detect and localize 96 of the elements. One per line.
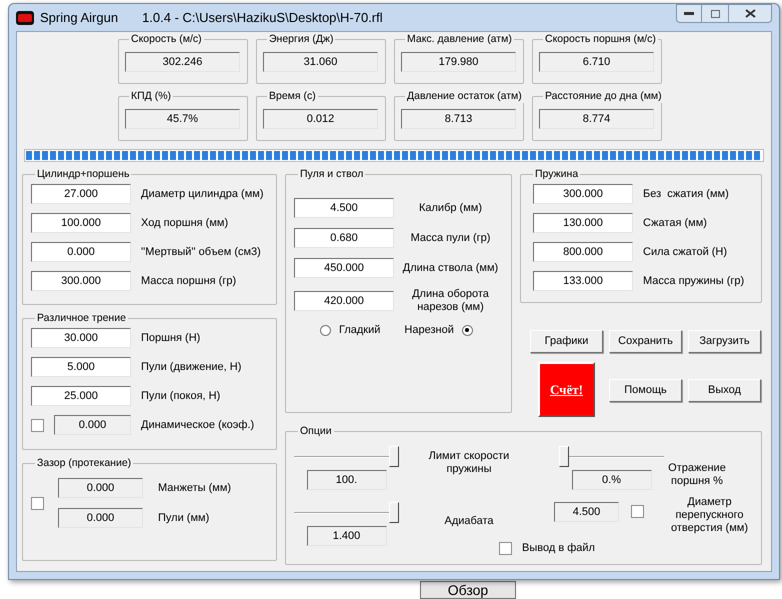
field-label: Диаметр цилиндра (мм): [141, 186, 264, 202]
number-field[interactable]: 8.774: [539, 109, 654, 129]
group-title: Давление остаток (атм): [406, 90, 523, 103]
action-button[interactable]: Графики: [530, 330, 603, 353]
number-field[interactable]: 4.500: [294, 198, 394, 218]
field-label: Сила сжатой (Н): [643, 244, 728, 260]
window-subtitle: 1.0.4 - C:\Users\HazikuS\Desktop\H-70.rfl: [142, 8, 383, 27]
number-field[interactable]: 450.000: [294, 258, 394, 278]
group-title: Цилиндр+поршень: [36, 168, 130, 181]
field-label: ''Мертвый'' объем (см3): [141, 244, 261, 260]
number-field[interactable]: 0.012: [263, 109, 378, 129]
number-field[interactable]: 300.000: [533, 184, 633, 204]
checkbox[interactable]: [31, 496, 44, 510]
number-field[interactable]: 800.000: [533, 242, 633, 262]
field-label: Ход поршня (мм): [141, 216, 228, 231]
action-button[interactable]: Выход: [688, 378, 761, 402]
group-title: Энергия (Дж): [268, 33, 334, 46]
action-button[interactable]: Помощь: [609, 378, 682, 402]
slider-label: Лимит скорости пружины: [428, 450, 510, 476]
checkbox[interactable]: [631, 505, 644, 518]
minimize-icon: [684, 12, 694, 16]
number-field[interactable]: 25.000: [31, 386, 131, 406]
field-label: Сжатая (мм): [643, 216, 707, 231]
calculate-button[interactable]: Счёт!: [538, 362, 595, 417]
field-label: Динамическое (коэф.): [141, 418, 254, 433]
group-title: Пуля и ствол: [299, 168, 364, 181]
number-field[interactable]: 0.000: [31, 242, 131, 262]
field-label: Без сжатия (мм): [643, 186, 729, 202]
field-label: Длина ствола (мм): [402, 262, 500, 274]
group-title: Пружина: [534, 168, 580, 181]
app-logo-icon: [16, 10, 34, 24]
slider[interactable]: [559, 446, 664, 468]
field-label: Масса пружины (гр): [643, 274, 744, 289]
slider[interactable]: [294, 446, 399, 468]
group-title: Зазор (протекание): [36, 457, 132, 470]
slider-thumb[interactable]: [389, 502, 399, 523]
number-field[interactable]: 100.000: [31, 213, 131, 233]
field-label: Манжеты (мм): [158, 480, 232, 496]
group-title: Опции: [299, 424, 333, 438]
slider[interactable]: [294, 502, 399, 524]
radio-button[interactable]: [462, 324, 473, 336]
radio-label: Гладкий: [339, 323, 380, 338]
number-field[interactable]: 4.500: [554, 502, 619, 522]
window-title: Spring Airgun: [40, 8, 118, 27]
field-label: Калибр (мм): [418, 202, 483, 214]
maximize-button[interactable]: [702, 4, 728, 23]
field-label: Пули (движение, Н): [141, 360, 242, 375]
slider-label: Адиабата: [444, 514, 494, 528]
group-title: Время (с): [268, 90, 317, 103]
field-label: Пули (покоя, Н): [141, 388, 220, 404]
number-field[interactable]: 100.: [306, 470, 386, 490]
number-field[interactable]: 30.000: [31, 328, 131, 348]
group-title: Макс. давление (атм): [406, 33, 513, 46]
number-field[interactable]: 179.980: [401, 52, 516, 72]
checkbox-label: Вывод в файл: [522, 540, 595, 556]
option-label: Диаметр перепускного отверстия (мм): [670, 496, 750, 535]
field-label: Масса поршня (гр): [141, 274, 236, 289]
option-label: Отражение поршня %: [667, 462, 727, 488]
number-field[interactable]: 27.000: [31, 184, 131, 204]
group-title: Расстояние до дна (мм): [544, 90, 663, 103]
group-title: Различное трение: [36, 312, 127, 325]
number-field[interactable]: 0.000: [54, 415, 131, 435]
number-field[interactable]: 130.000: [533, 213, 633, 233]
number-field[interactable]: 0.%: [572, 470, 652, 490]
number-field[interactable]: 300.000: [31, 271, 131, 291]
field-label: Пули (мм): [158, 510, 210, 526]
number-field[interactable]: 1.400: [306, 526, 386, 546]
close-icon: [744, 9, 756, 18]
number-field[interactable]: 420.000: [294, 291, 394, 311]
slider-thumb[interactable]: [559, 446, 569, 467]
number-field[interactable]: 0.000: [58, 508, 143, 528]
group-title: Скорость (м/с): [130, 33, 203, 46]
number-field[interactable]: 8.713: [401, 109, 516, 129]
number-field[interactable]: 6.710: [539, 52, 654, 72]
action-button[interactable]: Загрузить: [688, 330, 761, 353]
number-field[interactable]: 0.680: [294, 228, 394, 248]
number-field[interactable]: 0.000: [58, 478, 143, 498]
number-field[interactable]: 31.060: [263, 52, 378, 72]
number-field[interactable]: 5.000: [31, 357, 131, 377]
field-label: Длина оборота нарезов (мм): [411, 288, 490, 314]
radio-label: Нарезной: [404, 323, 454, 338]
minimize-button[interactable]: [676, 4, 702, 23]
group-title: Скорость поршня (м/с): [544, 33, 657, 46]
number-field[interactable]: 45.7%: [125, 109, 240, 129]
field-label: Масса пули (гр): [410, 232, 492, 244]
close-button[interactable]: [728, 4, 772, 23]
maximize-icon: [710, 10, 720, 18]
number-field[interactable]: 133.000: [533, 271, 633, 291]
group-title: КПД (%): [130, 90, 172, 103]
number-field[interactable]: 302.246: [125, 52, 240, 72]
action-button[interactable]: Сохранить: [609, 330, 682, 353]
checkbox[interactable]: [31, 418, 44, 432]
radio-button[interactable]: [320, 324, 331, 336]
slider-thumb[interactable]: [389, 446, 399, 467]
field-label: Поршня (Н): [141, 330, 200, 346]
checkbox[interactable]: [499, 542, 512, 554]
